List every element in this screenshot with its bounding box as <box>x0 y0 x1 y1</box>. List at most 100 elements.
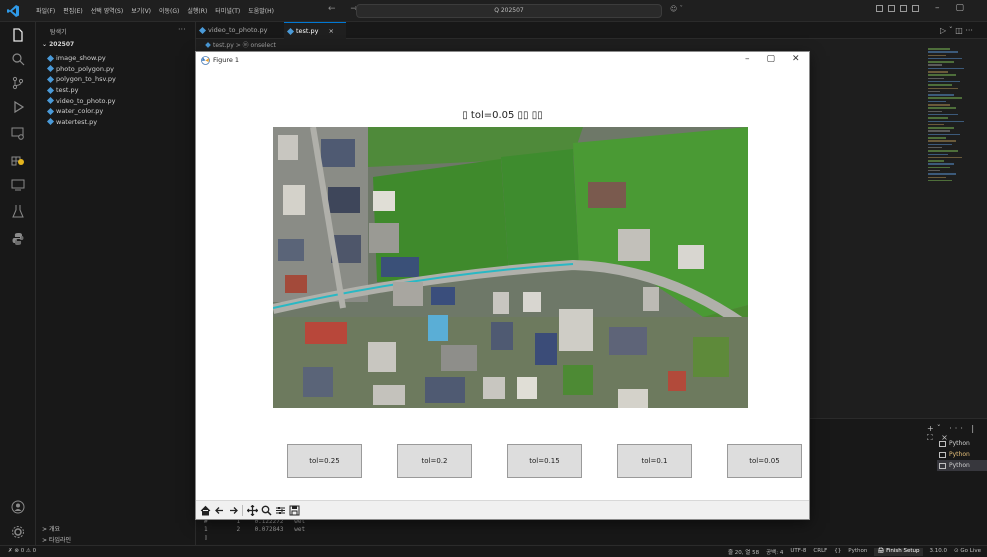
tol-0-1-button[interactable]: tol=0.1 <box>617 444 692 478</box>
timeline-section[interactable]: > 타임라인 <box>42 535 71 544</box>
menu-run[interactable]: 실행(R) <box>187 6 207 15</box>
file-item[interactable]: watertest.py <box>46 117 116 128</box>
close-icon[interactable]: ✕ <box>792 54 800 64</box>
menu-bar: 파일(F) 편집(E) 선택 영역(S) 보기(V) 이동(G) 실행(R) 터… <box>36 6 274 15</box>
more-actions-icon[interactable]: ··· <box>178 25 186 34</box>
terminal-entry[interactable]: Python <box>937 460 987 471</box>
search-icon[interactable] <box>11 52 25 66</box>
back-icon[interactable] <box>213 503 225 517</box>
toggle-sidebar-icon[interactable] <box>876 5 883 12</box>
copilot-icon[interactable]: ☺ ˇ <box>670 5 683 13</box>
terminal-output[interactable]: # 1 0.122272 wet 1 2 0.072843 wet ▯ <box>204 518 305 542</box>
extensions-icon[interactable] <box>11 152 25 166</box>
forward-icon[interactable] <box>227 503 239 517</box>
menu-view[interactable]: 보기(V) <box>131 6 151 15</box>
file-item[interactable]: photo_polygon.py <box>46 64 116 75</box>
file-item[interactable]: video_to_photo.py <box>46 95 116 106</box>
file-item[interactable]: image_show.py <box>46 53 116 64</box>
status-right: 줄 20, 열 58 공백: 4 UTF-8 CRLF {} Python 🖨 … <box>728 548 981 556</box>
account-icon[interactable] <box>11 500 25 514</box>
toggle-panel-icon[interactable] <box>888 5 895 12</box>
minimap[interactable] <box>928 48 968 188</box>
remote-explorer-icon[interactable] <box>11 126 25 140</box>
workspace-folder[interactable]: ⌄ 202507 <box>42 41 74 48</box>
explorer-icon[interactable] <box>11 28 25 42</box>
terminal-icon <box>939 440 946 447</box>
manage-gear-icon[interactable] <box>11 525 25 539</box>
customize-layout-icon[interactable] <box>912 5 919 12</box>
file-name: photo_polygon.py <box>56 64 115 73</box>
source-control-icon[interactable] <box>11 76 25 90</box>
file-item[interactable]: test.py <box>46 85 116 96</box>
pan-icon[interactable] <box>246 503 258 517</box>
file-name: water_color.py <box>56 107 104 116</box>
language-mode[interactable]: Python <box>848 548 867 556</box>
python-version[interactable]: 3.10.0 <box>930 548 948 556</box>
line-ending[interactable]: CRLF <box>813 548 827 556</box>
breadcrumb[interactable]: test.py > ⓜ onselect <box>196 40 276 52</box>
outline-label: 개요 <box>48 526 60 533</box>
minimize-icon[interactable]: – <box>935 3 940 13</box>
toolbar-separator <box>242 504 243 516</box>
file-name: polygon_to_hsv.py <box>56 75 116 84</box>
encoding[interactable]: UTF-8 <box>790 548 806 556</box>
minimize-icon[interactable]: – <box>745 54 750 64</box>
python-file-icon <box>198 26 207 35</box>
close-tab-icon[interactable]: × <box>329 27 334 35</box>
explorer-header: 탐색기 <box>50 29 67 36</box>
save-icon[interactable] <box>288 503 300 517</box>
matplotlib-icon <box>201 56 210 65</box>
outline-section[interactable]: > 개요 <box>42 524 60 533</box>
configure-icon[interactable] <box>274 503 286 517</box>
file-item[interactable]: polygon_to_hsv.py <box>46 74 116 85</box>
window-controls: – ▢ <box>935 3 964 13</box>
figure-toolbar <box>196 500 809 519</box>
tol-0-25-button[interactable]: tol=0.25 <box>287 444 362 478</box>
file-name: video_to_photo.py <box>56 96 116 105</box>
terminal-label: Python <box>949 462 970 469</box>
vscode-window: 파일(F) 편집(E) 선택 영역(S) 보기(V) 이동(G) 실행(R) 터… <box>0 0 987 557</box>
maximize-icon[interactable]: ▢ <box>956 3 965 13</box>
home-icon[interactable] <box>199 503 211 517</box>
vscode-logo-icon <box>7 5 19 17</box>
tol-0-05-button[interactable]: tol=0.05 <box>727 444 802 478</box>
editor-actions[interactable]: ▷ ˇ ◫ ··· <box>940 26 973 35</box>
flask-icon[interactable] <box>11 204 25 218</box>
finish-setup-button[interactable]: 🖨 Finish Setup <box>874 548 923 556</box>
tol-0-15-button[interactable]: tol=0.15 <box>507 444 582 478</box>
indentation[interactable]: 공백: 4 <box>766 548 783 556</box>
file-item[interactable]: water_color.py <box>46 106 116 117</box>
menu-selection[interactable]: 선택 영역(S) <box>91 6 123 15</box>
python-file-icon <box>46 54 55 62</box>
menu-edit[interactable]: 편집(E) <box>63 6 83 15</box>
editor-tabs: video_to_photo.py test.py × ▷ ˇ ◫ ··· <box>196 22 987 39</box>
maximize-icon[interactable]: ▢ <box>767 54 776 64</box>
python-file-icon <box>46 97 55 105</box>
explorer-sidebar: 탐색기 ··· ⌄ 202507 image_show.py photo_pol… <box>36 22 196 545</box>
python-file-icon <box>46 86 55 94</box>
braces-icon[interactable]: {} <box>834 548 841 556</box>
go-live-button[interactable]: ⊙ Go Live <box>954 548 981 556</box>
python-icon[interactable] <box>11 232 25 246</box>
file-name: image_show.py <box>56 54 106 63</box>
problems-status[interactable]: ✗ ⊗ 0 ⚠ 0 <box>8 548 36 554</box>
menu-file[interactable]: 파일(F) <box>36 6 55 15</box>
terminal-icon <box>939 451 946 458</box>
toggle-secondary-sidebar-icon[interactable] <box>900 5 907 12</box>
python-file-icon <box>286 27 295 36</box>
zoom-icon[interactable] <box>260 503 272 517</box>
python-file-icon <box>46 75 55 84</box>
cursor-position[interactable]: 줄 20, 열 58 <box>728 548 759 556</box>
terminal-entry[interactable]: Python <box>937 449 987 460</box>
terminal-entry[interactable]: Python <box>937 438 987 449</box>
testing-icon[interactable] <box>11 178 25 192</box>
run-debug-icon[interactable] <box>11 100 25 114</box>
command-center-search[interactable]: Q 202507 <box>356 4 662 18</box>
tab-video-to-photo[interactable]: video_to_photo.py <box>196 22 284 39</box>
tab-test-py[interactable]: test.py × <box>284 22 346 39</box>
tol-0-2-button[interactable]: tol=0.2 <box>397 444 472 478</box>
menu-go[interactable]: 이동(G) <box>159 6 179 15</box>
python-file-icon <box>205 42 211 48</box>
menu-help[interactable]: 도움말(H) <box>248 6 274 15</box>
menu-terminal[interactable]: 터미널(T) <box>215 6 240 15</box>
